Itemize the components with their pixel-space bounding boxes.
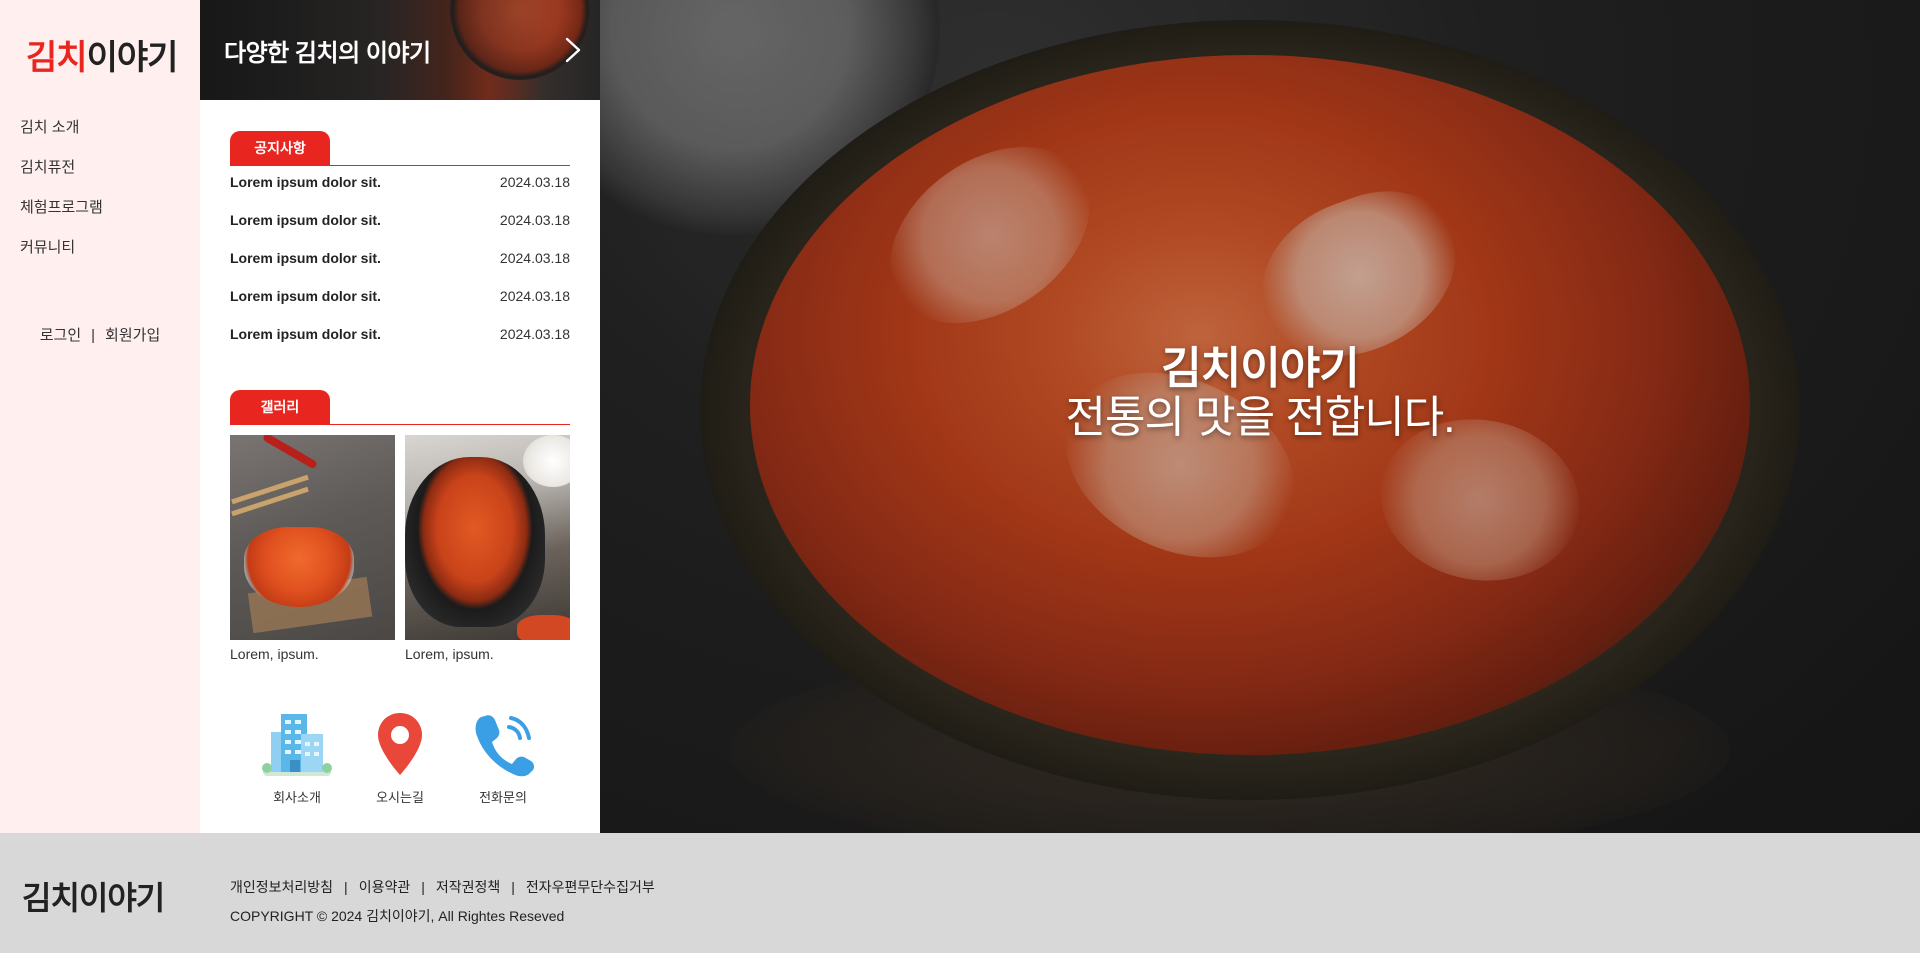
nav-item-kimchi-fusion[interactable]: 김치퓨전	[20, 156, 103, 196]
quick-link-label: 오시는길	[376, 790, 424, 805]
notice-item[interactable]: Lorem ipsum dolor sit. 2024.03.18	[230, 212, 570, 250]
quick-link-label: 회사소개	[273, 790, 321, 805]
logo-accent: 김치	[26, 39, 88, 77]
quick-link-label: 전화문의	[479, 790, 527, 805]
logo-rest: 이야기	[86, 39, 179, 77]
banner[interactable]: 다양한 김치의 이야기	[200, 0, 600, 100]
notice-date: 2024.03.18	[499, 174, 570, 190]
notice-tab[interactable]: 공지사항	[230, 131, 330, 165]
quick-link-phone[interactable]: 전화문의	[463, 706, 543, 806]
notice-item[interactable]: Lorem ipsum dolor sit. 2024.03.18	[230, 174, 570, 212]
footer-logo[interactable]: 김치이야기	[22, 873, 165, 919]
notice-title: Lorem ipsum dolor sit.	[230, 288, 381, 304]
notice-item[interactable]: Lorem ipsum dolor sit. 2024.03.18	[230, 326, 570, 364]
gallery-image	[230, 435, 395, 640]
notice-title: Lorem ipsum dolor sit.	[230, 250, 381, 266]
nav-item-kimchi-intro[interactable]: 김치 소개	[20, 116, 103, 156]
quick-link-directions[interactable]: 오시는길	[360, 706, 440, 806]
nav-item-community[interactable]: 커뮤니티	[20, 236, 103, 276]
hero-section: 김치이야기 전통의 맛을 전합니다.	[600, 0, 1920, 833]
footer-link-privacy[interactable]: 개인정보처리방침	[230, 879, 333, 895]
notice-date: 2024.03.18	[499, 326, 570, 342]
gallery-tab[interactable]: 갤러리	[230, 390, 330, 424]
nav-item-experience-program[interactable]: 체험프로그램	[20, 196, 103, 236]
gallery-item[interactable]: Lorem, ipsum.	[405, 435, 570, 662]
notice-date: 2024.03.18	[499, 250, 570, 266]
notice-item[interactable]: Lorem ipsum dolor sit. 2024.03.18	[230, 250, 570, 288]
sidebar: 김치이야기 김치 소개 김치퓨전 체험프로그램 커뮤니티 로그인 | 회원가입	[0, 0, 200, 833]
site-logo[interactable]: 김치이야기	[26, 30, 179, 79]
notice-header: 공지사항	[230, 130, 570, 166]
footer-link-copyright-policy[interactable]: 저작권정책	[436, 879, 500, 895]
gallery-caption: Lorem, ipsum.	[230, 646, 319, 662]
notice-date: 2024.03.18	[499, 288, 570, 304]
gallery-image	[405, 435, 570, 640]
footer-link-terms[interactable]: 이용약관	[359, 879, 411, 895]
gallery-header: 갤러리	[230, 389, 570, 425]
content-panel: 다양한 김치의 이야기 공지사항 Lorem ipsum dolor sit. 2…	[200, 0, 600, 833]
footer-separator: |	[511, 879, 515, 895]
footer-link-email-policy[interactable]: 전자우편무단수집거부	[526, 879, 655, 895]
auth-separator: |	[91, 327, 96, 344]
notice-item[interactable]: Lorem ipsum dolor sit. 2024.03.18	[230, 288, 570, 326]
notice-date: 2024.03.18	[499, 212, 570, 228]
copyright-text: COPYRIGHT © 2024 김치이야기, All Rightes Rese…	[230, 908, 565, 924]
notice-title: Lorem ipsum dolor sit.	[230, 212, 381, 228]
gallery-item[interactable]: Lorem, ipsum.	[230, 435, 395, 662]
quick-links: 회사소개 오시는길 전화문의	[200, 706, 600, 806]
auth-links: 로그인 | 회원가입	[0, 324, 200, 345]
quick-link-company[interactable]: 회사소개	[257, 706, 337, 806]
notice-list: Lorem ipsum dolor sit. 2024.03.18 Lorem i…	[230, 174, 570, 364]
footer-separator: |	[421, 879, 425, 895]
notice-title: Lorem ipsum dolor sit.	[230, 174, 381, 190]
hero-text: 김치이야기 전통의 맛을 전합니다.	[600, 344, 1920, 442]
phone-icon	[475, 715, 535, 777]
gallery-caption: Lorem, ipsum.	[405, 646, 494, 662]
notice-title: Lorem ipsum dolor sit.	[230, 326, 381, 342]
gallery: Lorem, ipsum. Lorem, ipsum.	[230, 435, 570, 665]
map-pin-icon	[378, 713, 422, 775]
signup-link[interactable]: 회원가입	[105, 327, 160, 344]
hero-subtitle: 전통의 맛을 전합니다.	[1065, 393, 1456, 442]
footer-separator: |	[344, 879, 348, 895]
banner-title: 다양한 김치의 이야기	[224, 40, 431, 67]
building-icon	[262, 714, 332, 776]
hero-title: 김치이야기	[1161, 344, 1359, 393]
login-link[interactable]: 로그인	[40, 327, 81, 344]
footer-links: 개인정보처리방침 | 이용약관 | 저작권정책 | 전자우편무단수집거부	[230, 877, 655, 897]
main-nav: 김치 소개 김치퓨전 체험프로그램 커뮤니티	[20, 116, 103, 276]
footer: 김치이야기 개인정보처리방침 | 이용약관 | 저작권정책 | 전자우편무단수집거부 COP…	[0, 833, 1920, 953]
chevron-right-icon[interactable]	[558, 32, 588, 68]
